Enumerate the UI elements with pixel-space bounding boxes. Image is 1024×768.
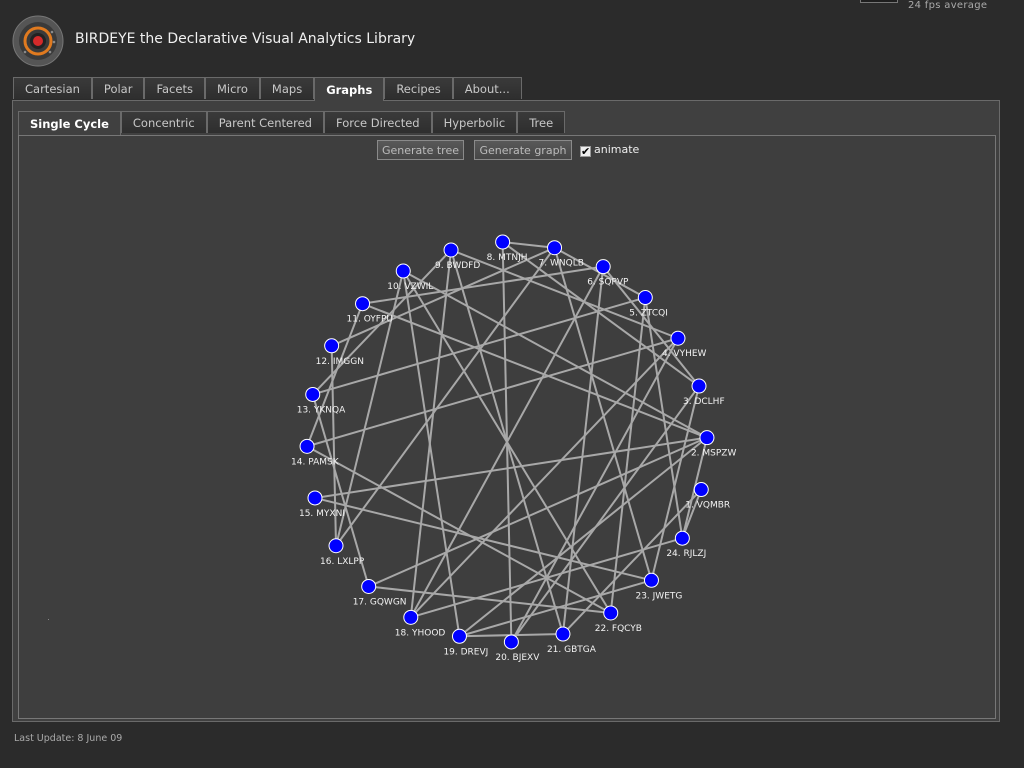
graph-node-label: 24. RJLZJ xyxy=(666,549,706,559)
graph-node-label: 13. YKNQA xyxy=(297,405,346,415)
graph-node-label: 18. YHOOD xyxy=(395,628,446,638)
graph-node-label: 22. FQCYB xyxy=(595,624,642,634)
graph-node-circle[interactable] xyxy=(637,290,653,306)
graph-node-label: 20. BJEXV xyxy=(495,653,540,663)
graph-node-circle[interactable] xyxy=(503,634,519,650)
subtab-concentric[interactable]: Concentric xyxy=(120,111,207,133)
graph-node-circle[interactable] xyxy=(305,386,321,402)
subtab-force-directed[interactable]: Force Directed xyxy=(324,111,432,133)
tab-recipes[interactable]: Recipes xyxy=(384,77,453,99)
graph-node-circle[interactable] xyxy=(595,259,611,275)
graph-node-circle[interactable] xyxy=(643,572,659,588)
generate-tree-button[interactable]: Generate tree xyxy=(377,140,464,160)
fps-indicator-box xyxy=(860,0,898,3)
graph-node-label: 2. MSPZW xyxy=(691,449,737,459)
graph-node-label: 9. BWDFD xyxy=(435,261,480,271)
graph-node-label: 10. VZWIL xyxy=(387,282,433,292)
graph-node-label: 17. GQWGN xyxy=(353,597,407,607)
graph-node-circle[interactable] xyxy=(699,430,715,446)
tab-polar[interactable]: Polar xyxy=(91,77,145,99)
graph-node-label: 19. DREVJ xyxy=(443,647,488,657)
graph-node-circle[interactable] xyxy=(603,605,619,621)
graph-node-circle[interactable] xyxy=(443,242,459,258)
graph-node-circle[interactable] xyxy=(670,330,686,346)
graph-node-label: 7. WNQLB xyxy=(539,259,584,269)
graph-node-circle[interactable] xyxy=(403,609,419,625)
animate-checkbox[interactable]: ✔ xyxy=(580,146,591,157)
graph-node-label: 23. JWETG xyxy=(635,591,682,601)
app-title: BIRDEYE the Declarative Visual Analytics… xyxy=(75,31,416,47)
fps-readout: 24 fps average xyxy=(908,0,988,11)
layout-tab-bar: Single Cycle Concentric Parent Centered For… xyxy=(18,111,566,135)
tab-cartesian[interactable]: Cartesian xyxy=(13,77,92,99)
graph-node-circle[interactable] xyxy=(328,538,344,554)
last-update-text: Last Update: 8 June 09 xyxy=(14,733,123,744)
graph-node-label: 4. VYHEW xyxy=(662,349,707,359)
graph-node-label: 6. SQPVP xyxy=(587,278,629,288)
subtab-single-cycle[interactable]: Single Cycle xyxy=(18,111,121,135)
graph-node-label: 5. ZTCQI xyxy=(629,309,668,319)
graph-node-circle[interactable] xyxy=(691,378,707,394)
subtab-parent-centered[interactable]: Parent Centered xyxy=(206,111,324,133)
graph-node-circle[interactable] xyxy=(555,626,571,642)
graph-node-circle[interactable] xyxy=(299,438,315,454)
graph-node-circle[interactable] xyxy=(307,490,323,506)
graph-node-label: 14. PAMSK xyxy=(291,457,340,467)
tab-micro[interactable]: Micro xyxy=(204,77,260,99)
animate-label: animate xyxy=(594,143,640,156)
canvas-artifact-dot xyxy=(48,619,49,620)
graph-node-circle[interactable] xyxy=(674,530,690,546)
graph-node-circle[interactable] xyxy=(547,240,563,256)
graph-node-circle[interactable] xyxy=(361,578,377,594)
main-tab-bar: Cartesian Polar Facets Micro Maps Graphs Recip… xyxy=(13,77,522,101)
tab-maps[interactable]: Maps xyxy=(259,77,315,99)
birdeye-logo-icon xyxy=(12,15,64,67)
graph-node-circle[interactable] xyxy=(495,234,511,250)
graph-node-label: 11. OYFPU xyxy=(347,315,393,325)
subtab-tree[interactable]: Tree xyxy=(517,111,566,133)
graph-node-circle[interactable] xyxy=(355,296,371,312)
graph-canvas-panel xyxy=(18,135,996,719)
tab-graphs[interactable]: Graphs xyxy=(314,77,385,101)
graph-node-circle[interactable] xyxy=(324,338,340,354)
graph-node-label: 16. LXLPP xyxy=(320,557,365,567)
graph-node-label: 21. GBTGA xyxy=(547,645,597,655)
graph-node-label: 1. VQMBR xyxy=(685,501,730,511)
graph-node-circle[interactable] xyxy=(395,263,411,279)
graph-node-label: 3. DCLHF xyxy=(683,397,725,407)
graph-node-label: 15. MYXNI xyxy=(299,509,345,519)
generate-graph-button[interactable]: Generate graph xyxy=(474,140,572,160)
subtab-hyperbolic[interactable]: Hyperbolic xyxy=(431,111,518,133)
graph-node-label: 12. IMGGN xyxy=(316,357,364,367)
graph-node-circle[interactable] xyxy=(451,628,467,644)
tab-facets[interactable]: Facets xyxy=(144,77,205,99)
graph-node-label: 8. MTNJH xyxy=(487,253,528,263)
graph-node-circle[interactable] xyxy=(693,482,709,498)
tab-about[interactable]: About... xyxy=(452,77,522,99)
